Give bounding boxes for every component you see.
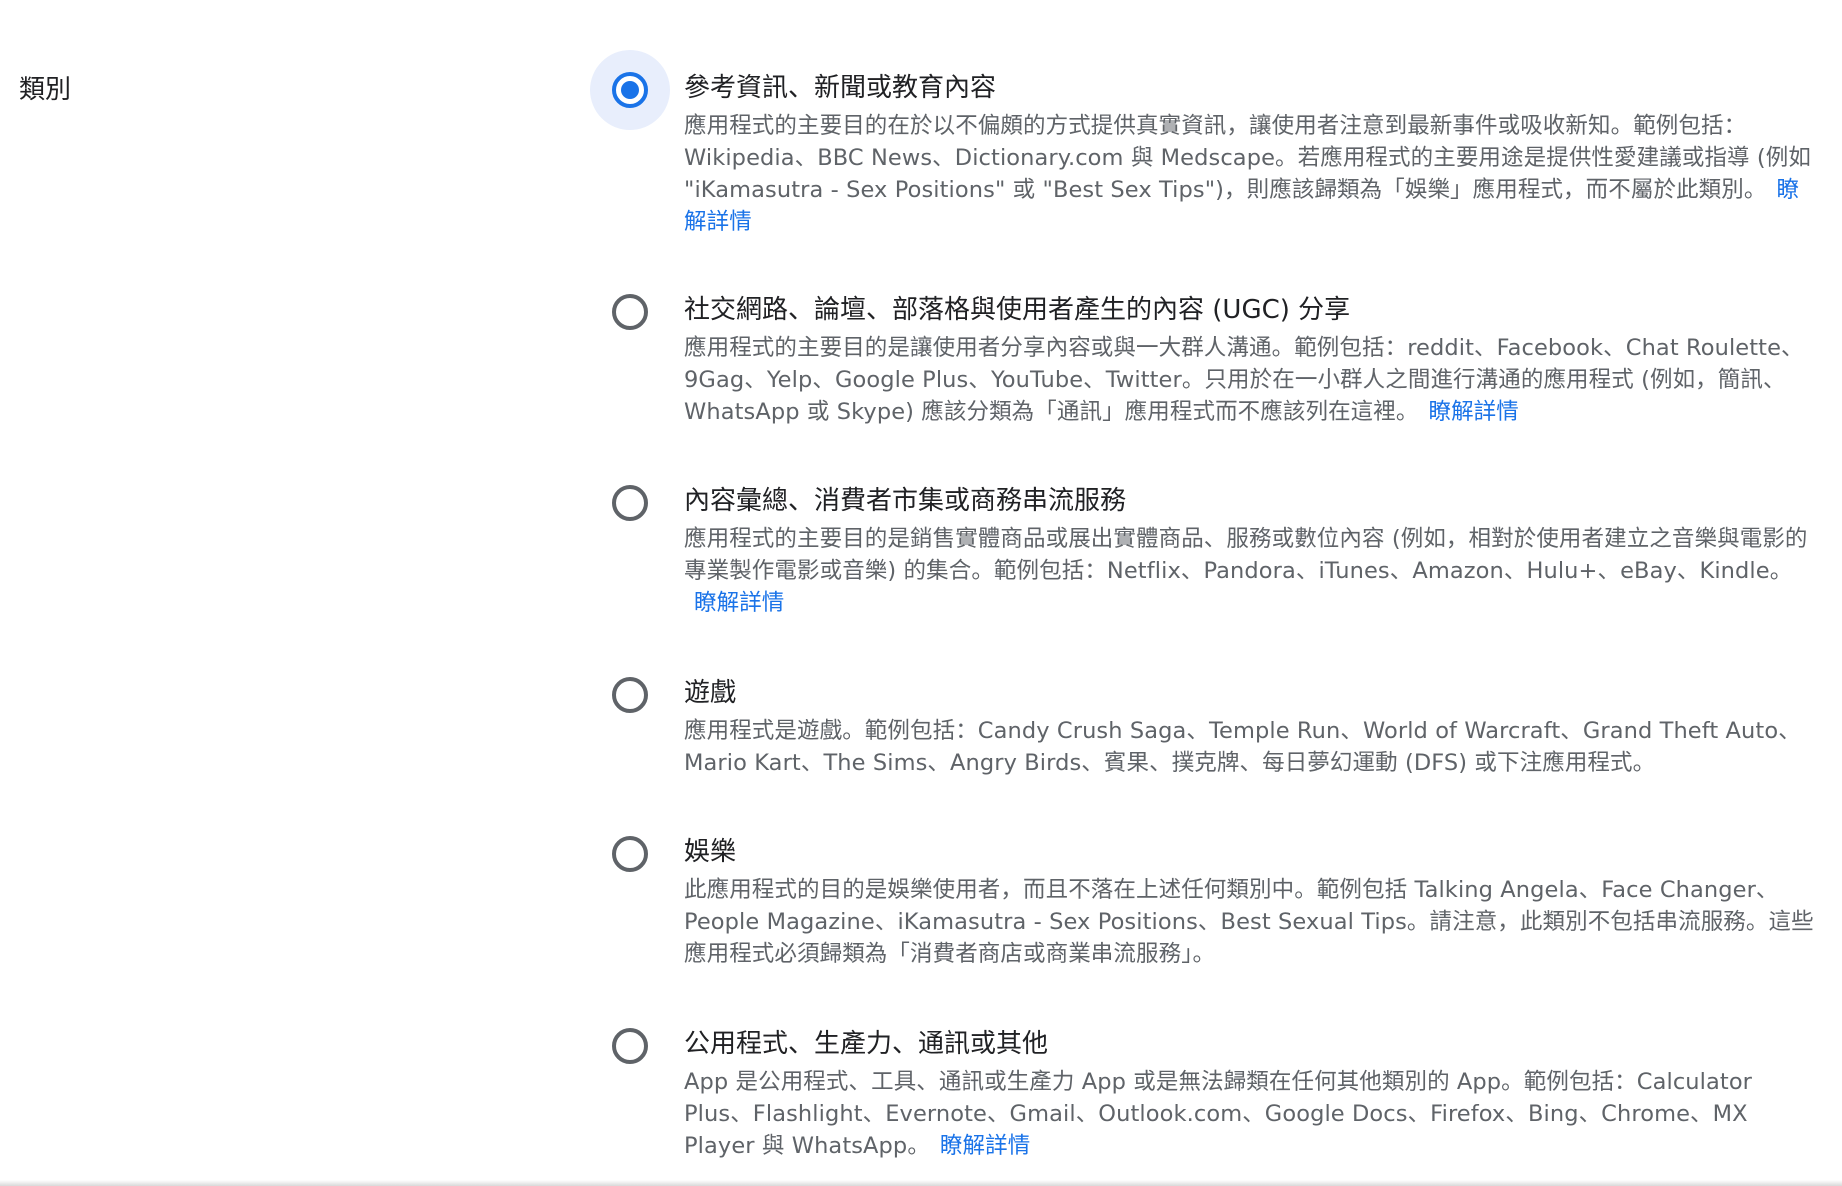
option-title[interactable]: 娛樂 xyxy=(684,834,1814,870)
radio-circle xyxy=(612,836,648,872)
option-description: 應用程式是遊戲。範例包括：Candy Crush Saga、Temple Run… xyxy=(684,715,1814,779)
option-description: 此應用程式的目的是娛樂使用者，而且不落在上述任何類別中。範例包括 Talking… xyxy=(684,874,1814,970)
radio-entertainment[interactable] xyxy=(590,814,670,894)
radio-reference-news-education[interactable] xyxy=(590,50,670,130)
option-description-text: 應用程式的主要目的是銷售實體商品或展出實體商品、服務或數位內容 (例如，相對於使… xyxy=(684,526,1808,584)
option-description: 應用程式的主要目的在於以不偏頗的方式提供真實資訊，讓使用者注意到最新事件或吸收新… xyxy=(684,110,1814,238)
option-description: App 是公用程式、工具、通訊或生產力 App 或是無法歸類在任何其他類別的 A… xyxy=(684,1066,1814,1162)
option-description-text: 應用程式的主要目的是讓使用者分享內容或與一大群人溝通。範例包括：reddit、F… xyxy=(684,335,1804,425)
learn-more-link[interactable]: 瞭解詳情 xyxy=(694,590,784,616)
option-description: 應用程式的主要目的是銷售實體商品或展出實體商品、服務或數位內容 (例如，相對於使… xyxy=(684,523,1814,619)
option-title[interactable]: 社交網路、論壇、部落格與使用者產生的內容 (UGC) 分享 xyxy=(684,292,1814,328)
option-description-text: App 是公用程式、工具、通訊或生產力 App 或是無法歸類在任何其他類別的 A… xyxy=(684,1069,1753,1159)
radio-circle xyxy=(612,294,648,330)
radio-social-ugc[interactable] xyxy=(590,272,670,352)
radio-content-aggregation[interactable] xyxy=(590,463,670,543)
option-description-text: 此應用程式的目的是娛樂使用者，而且不落在上述任何類別中。範例包括 Talking… xyxy=(684,877,1814,967)
radio-circle xyxy=(612,485,648,521)
radio-selected-dot xyxy=(621,81,639,99)
radio-circle xyxy=(612,677,648,713)
option-description: 應用程式的主要目的是讓使用者分享內容或與一大群人溝通。範例包括：reddit、F… xyxy=(684,332,1814,428)
radio-circle xyxy=(612,1028,648,1064)
radio-games[interactable] xyxy=(590,655,670,735)
learn-more-link[interactable]: 瞭解詳情 xyxy=(1428,399,1518,425)
option-title[interactable]: 遊戲 xyxy=(684,675,1814,711)
section-label: 類別 xyxy=(19,75,72,105)
option-title[interactable]: 內容彙總、消費者市集或商務串流服務 xyxy=(684,483,1814,519)
bottom-edge-shadow xyxy=(0,1180,1842,1186)
learn-more-link[interactable]: 瞭解詳情 xyxy=(940,1133,1030,1159)
option-description-text: 應用程式是遊戲。範例包括：Candy Crush Saga、Temple Run… xyxy=(684,718,1801,776)
option-title[interactable]: 參考資訊、新聞或教育內容 xyxy=(684,70,1814,106)
option-title[interactable]: 公用程式、生產力、通訊或其他 xyxy=(684,1026,1814,1062)
radio-circle xyxy=(612,72,648,108)
radio-utilities-productivity[interactable] xyxy=(590,1006,670,1086)
option-description-text: 應用程式的主要目的在於以不偏頗的方式提供真實資訊，讓使用者注意到最新事件或吸收新… xyxy=(684,113,1811,203)
